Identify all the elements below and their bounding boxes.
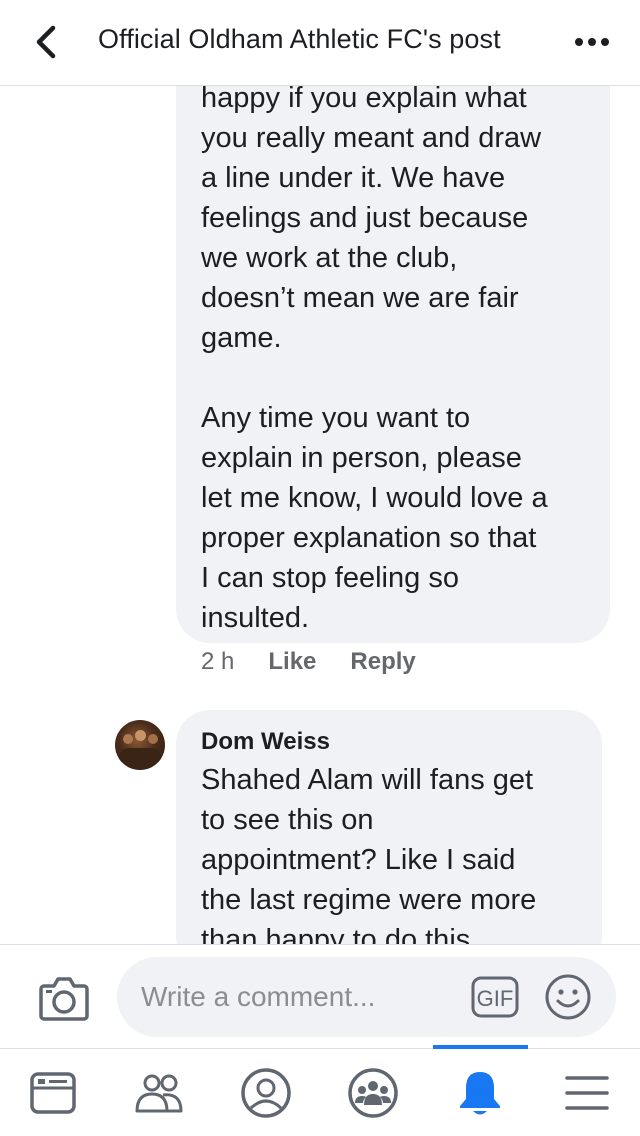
top-bar: Official Oldham Athletic FC's post (0, 0, 640, 86)
comment-input-container[interactable]: GIF (117, 957, 616, 1037)
more-options-button[interactable] (574, 28, 610, 56)
tab-menu[interactable] (534, 1049, 640, 1136)
camera-icon (39, 977, 89, 1021)
chevron-left-icon (36, 25, 56, 59)
news-feed-icon (30, 1072, 76, 1114)
gif-label: GIF (477, 986, 514, 1011)
emoji-icon (545, 974, 591, 1020)
comment-text: Shahed Alam will fans get to see this on… (201, 764, 537, 944)
screen: Official Oldham Athletic FC's post happy… (0, 0, 640, 1136)
gif-icon: GIF (471, 976, 519, 1018)
friends-icon (135, 1074, 183, 1113)
tab-news-feed[interactable] (0, 1049, 106, 1136)
page-title: Official Oldham Athletic FC's post (98, 24, 501, 54)
like-button[interactable]: Like (268, 648, 316, 676)
menu-icon (565, 1076, 609, 1110)
profile-icon (241, 1068, 291, 1118)
more-horizontal-icon (575, 38, 609, 46)
tab-groups[interactable] (320, 1049, 426, 1136)
comment-composer: GIF (0, 944, 640, 1048)
reply-button[interactable]: Reply (350, 648, 415, 676)
comment-author[interactable]: Dom Weiss (201, 728, 330, 756)
groups-icon (348, 1068, 398, 1118)
emoji-button[interactable] (544, 973, 592, 1021)
comment-actions: 2 h Like Reply (201, 648, 416, 676)
comment-bubble[interactable]: happy if you explain what you really mea… (176, 86, 610, 643)
notifications-bell-icon (460, 1072, 500, 1115)
comment-input[interactable] (141, 975, 461, 1019)
comments-thread[interactable]: happy if you explain what you really mea… (0, 86, 640, 944)
comment-text: happy if you explain what you really mea… (201, 86, 548, 634)
comment-bubble[interactable]: Dom Weiss Shahed Alam will fans get to s… (176, 710, 602, 944)
bottom-tab-bar (0, 1045, 640, 1136)
tab-notifications[interactable] (427, 1049, 533, 1136)
avatar[interactable] (115, 720, 165, 770)
comment-timestamp[interactable]: 2 h (201, 648, 234, 676)
back-button[interactable] (28, 22, 64, 62)
gif-button[interactable]: GIF (471, 975, 519, 1019)
tab-profile[interactable] (213, 1049, 319, 1136)
tab-friends[interactable] (106, 1049, 212, 1136)
camera-button[interactable] (38, 974, 90, 1022)
